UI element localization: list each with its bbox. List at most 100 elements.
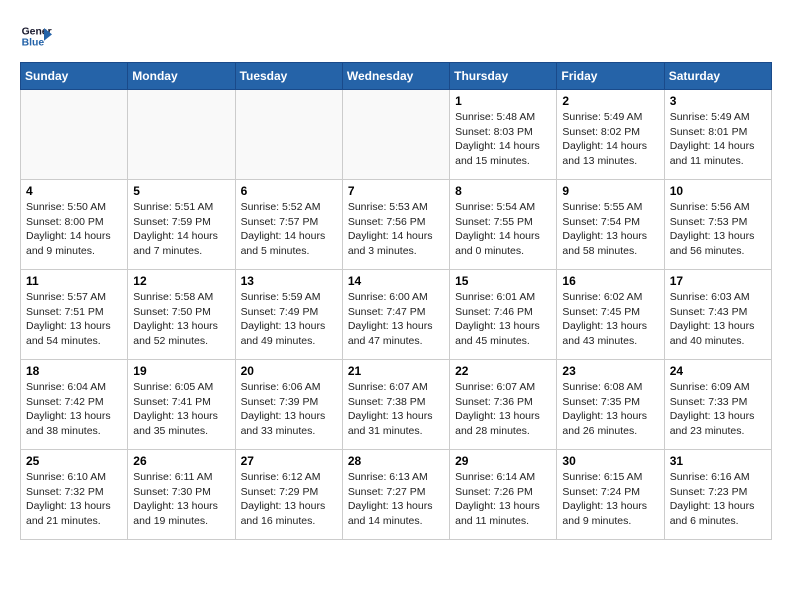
day-content: Sunrise: 5:58 AM Sunset: 7:50 PM Dayligh… — [133, 290, 229, 349]
day-content: Sunrise: 5:57 AM Sunset: 7:51 PM Dayligh… — [26, 290, 122, 349]
week-row-5: 25 Sunrise: 6:10 AM Sunset: 7:32 PM Dayli… — [21, 450, 772, 540]
day-content: Sunrise: 6:16 AM Sunset: 7:23 PM Dayligh… — [670, 470, 766, 529]
day-number: 11 — [26, 274, 122, 288]
calendar-cell — [128, 90, 235, 180]
calendar-cell — [235, 90, 342, 180]
header-monday: Monday — [128, 63, 235, 90]
day-content: Sunrise: 5:49 AM Sunset: 8:01 PM Dayligh… — [670, 110, 766, 169]
calendar-cell: 9 Sunrise: 5:55 AM Sunset: 7:54 PM Daylig… — [557, 180, 664, 270]
calendar-cell: 1 Sunrise: 5:48 AM Sunset: 8:03 PM Daylig… — [450, 90, 557, 180]
day-content: Sunrise: 5:55 AM Sunset: 7:54 PM Dayligh… — [562, 200, 658, 259]
calendar-cell: 25 Sunrise: 6:10 AM Sunset: 7:32 PM Dayli… — [21, 450, 128, 540]
header-saturday: Saturday — [664, 63, 771, 90]
day-content: Sunrise: 5:53 AM Sunset: 7:56 PM Dayligh… — [348, 200, 444, 259]
day-content: Sunrise: 6:15 AM Sunset: 7:24 PM Dayligh… — [562, 470, 658, 529]
day-number: 13 — [241, 274, 337, 288]
day-content: Sunrise: 6:11 AM Sunset: 7:30 PM Dayligh… — [133, 470, 229, 529]
day-number: 18 — [26, 364, 122, 378]
day-number: 31 — [670, 454, 766, 468]
day-content: Sunrise: 6:10 AM Sunset: 7:32 PM Dayligh… — [26, 470, 122, 529]
day-number: 14 — [348, 274, 444, 288]
calendar-cell: 12Sunrise: 5:58 AM Sunset: 7:50 PM Dayli… — [128, 270, 235, 360]
day-number: 19 — [133, 364, 229, 378]
calendar-cell: 14 Sunrise: 6:00 AM Sunset: 7:47 PM Dayli… — [342, 270, 449, 360]
day-number: 27 — [241, 454, 337, 468]
day-number: 10 — [670, 184, 766, 198]
calendar-cell: 23Sunrise: 6:08 AM Sunset: 7:35 PM Dayli… — [557, 360, 664, 450]
day-number: 28 — [348, 454, 444, 468]
day-number: 4 — [26, 184, 122, 198]
calendar-cell: 6 Sunrise: 5:52 AM Sunset: 7:57 PM Daylig… — [235, 180, 342, 270]
day-number: 24 — [670, 364, 766, 378]
calendar-cell: 17 Sunrise: 6:03 AM Sunset: 7:43 PM Dayli… — [664, 270, 771, 360]
header-tuesday: Tuesday — [235, 63, 342, 90]
day-content: Sunrise: 6:02 AM Sunset: 7:45 PM Dayligh… — [562, 290, 658, 349]
day-content: Sunrise: 5:52 AM Sunset: 7:57 PM Dayligh… — [241, 200, 337, 259]
day-content: Sunrise: 6:14 AM Sunset: 7:26 PM Dayligh… — [455, 470, 551, 529]
day-number: 23 — [562, 364, 658, 378]
day-content: Sunrise: 5:50 AM Sunset: 8:00 PM Dayligh… — [26, 200, 122, 259]
day-number: 26 — [133, 454, 229, 468]
day-content: Sunrise: 5:59 AM Sunset: 7:49 PM Dayligh… — [241, 290, 337, 349]
calendar-cell: 10 Sunrise: 5:56 AM Sunset: 7:53 PM Dayli… — [664, 180, 771, 270]
day-content: Sunrise: 6:07 AM Sunset: 7:38 PM Dayligh… — [348, 380, 444, 439]
calendar-cell: 22Sunrise: 6:07 AM Sunset: 7:36 PM Dayli… — [450, 360, 557, 450]
calendar-cell: 4 Sunrise: 5:50 AM Sunset: 8:00 PM Daylig… — [21, 180, 128, 270]
day-number: 25 — [26, 454, 122, 468]
calendar-cell: 16 Sunrise: 6:02 AM Sunset: 7:45 PM Dayli… — [557, 270, 664, 360]
day-number: 15 — [455, 274, 551, 288]
day-number: 20 — [241, 364, 337, 378]
day-number: 9 — [562, 184, 658, 198]
calendar-cell: 13 Sunrise: 5:59 AM Sunset: 7:49 PM Dayli… — [235, 270, 342, 360]
calendar-cell: 5Sunrise: 5:51 AM Sunset: 7:59 PM Daylig… — [128, 180, 235, 270]
day-content: Sunrise: 5:56 AM Sunset: 7:53 PM Dayligh… — [670, 200, 766, 259]
header-wednesday: Wednesday — [342, 63, 449, 90]
calendar-table: SundayMondayTuesdayWednesdayThursdayFrid… — [20, 62, 772, 540]
calendar-cell: 2Sunrise: 5:49 AM Sunset: 8:02 PM Daylig… — [557, 90, 664, 180]
day-content: Sunrise: 6:09 AM Sunset: 7:33 PM Dayligh… — [670, 380, 766, 439]
svg-text:Blue: Blue — [22, 38, 45, 49]
day-number: 17 — [670, 274, 766, 288]
day-number: 16 — [562, 274, 658, 288]
day-content: Sunrise: 6:03 AM Sunset: 7:43 PM Dayligh… — [670, 290, 766, 349]
calendar-cell: 3 Sunrise: 5:49 AM Sunset: 8:01 PM Daylig… — [664, 90, 771, 180]
day-content: Sunrise: 6:00 AM Sunset: 7:47 PM Dayligh… — [348, 290, 444, 349]
day-number: 29 — [455, 454, 551, 468]
day-number: 3 — [670, 94, 766, 108]
week-row-1: 1 Sunrise: 5:48 AM Sunset: 8:03 PM Daylig… — [21, 90, 772, 180]
calendar-cell: 30 Sunrise: 6:15 AM Sunset: 7:24 PM Dayli… — [557, 450, 664, 540]
day-number: 7 — [348, 184, 444, 198]
day-content: Sunrise: 5:54 AM Sunset: 7:55 PM Dayligh… — [455, 200, 551, 259]
calendar-cell: 24 Sunrise: 6:09 AM Sunset: 7:33 PM Dayli… — [664, 360, 771, 450]
day-content: Sunrise: 5:48 AM Sunset: 8:03 PM Dayligh… — [455, 110, 551, 169]
calendar-cell: 7 Sunrise: 5:53 AM Sunset: 7:56 PM Daylig… — [342, 180, 449, 270]
day-number: 22 — [455, 364, 551, 378]
week-row-2: 4 Sunrise: 5:50 AM Sunset: 8:00 PM Daylig… — [21, 180, 772, 270]
day-number: 30 — [562, 454, 658, 468]
day-number: 1 — [455, 94, 551, 108]
logo-icon: General Blue — [20, 20, 52, 52]
calendar-cell: 26 Sunrise: 6:11 AM Sunset: 7:30 PM Dayli… — [128, 450, 235, 540]
calendar-cell — [342, 90, 449, 180]
week-row-3: 11 Sunrise: 5:57 AM Sunset: 7:51 PM Dayli… — [21, 270, 772, 360]
calendar-cell: 31 Sunrise: 6:16 AM Sunset: 7:23 PM Dayli… — [664, 450, 771, 540]
week-row-4: 18Sunrise: 6:04 AM Sunset: 7:42 PM Dayli… — [21, 360, 772, 450]
calendar-cell: 15 Sunrise: 6:01 AM Sunset: 7:46 PM Dayli… — [450, 270, 557, 360]
calendar-cell: 29 Sunrise: 6:14 AM Sunset: 7:26 PM Dayli… — [450, 450, 557, 540]
calendar-cell: 27Sunrise: 6:12 AM Sunset: 7:29 PM Dayli… — [235, 450, 342, 540]
calendar-cell: 18Sunrise: 6:04 AM Sunset: 7:42 PM Dayli… — [21, 360, 128, 450]
header-friday: Friday — [557, 63, 664, 90]
page-header: General Blue — [20, 20, 772, 52]
logo: General Blue — [20, 20, 52, 52]
day-content: Sunrise: 6:01 AM Sunset: 7:46 PM Dayligh… — [455, 290, 551, 349]
day-number: 6 — [241, 184, 337, 198]
header-thursday: Thursday — [450, 63, 557, 90]
calendar-cell: 20Sunrise: 6:06 AM Sunset: 7:39 PM Dayli… — [235, 360, 342, 450]
day-number: 21 — [348, 364, 444, 378]
day-content: Sunrise: 6:05 AM Sunset: 7:41 PM Dayligh… — [133, 380, 229, 439]
calendar-cell: 19 Sunrise: 6:05 AM Sunset: 7:41 PM Dayli… — [128, 360, 235, 450]
calendar-cell — [21, 90, 128, 180]
header-sunday: Sunday — [21, 63, 128, 90]
day-number: 8 — [455, 184, 551, 198]
day-number: 5 — [133, 184, 229, 198]
